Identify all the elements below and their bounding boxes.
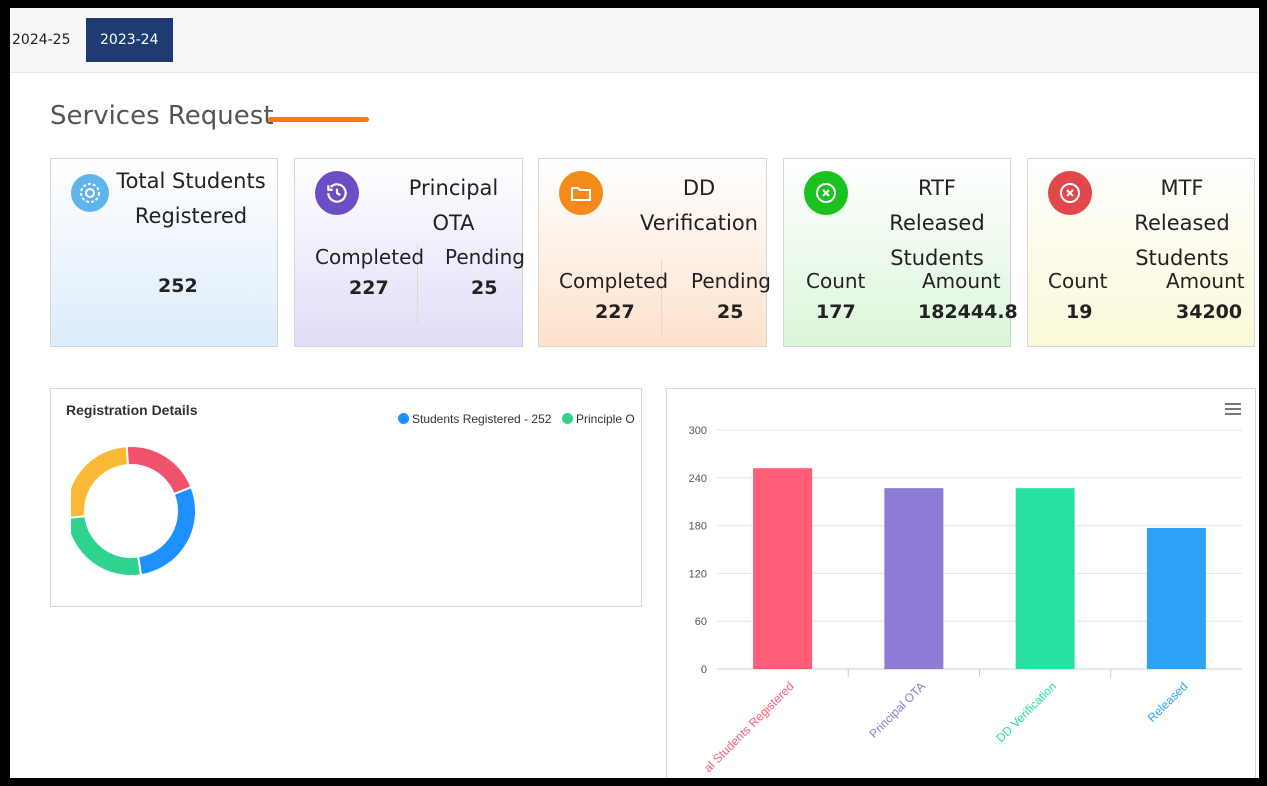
tab-2023-24[interactable]: 2023-24 [86,18,173,62]
app-frame: 2024-25 2023-24 Services Request Total S… [10,8,1259,778]
x-tick-label: al Students Registered [701,679,797,775]
card-title-line1: DD [682,176,716,200]
legend-label: Principle O [576,412,635,426]
section-title: Services Request [50,101,274,131]
pending-label: Pending [445,245,525,269]
completed-label: Completed [559,269,669,293]
donut-slice[interactable] [71,514,143,577]
bar[interactable] [753,468,813,669]
card-rtf-released[interactable]: RTF Released Students Count 177 Amount 1… [783,158,1018,347]
donut-slice[interactable] [125,445,193,496]
count-label: Count [806,269,866,293]
pending-value: 25 [471,277,498,299]
y-tick-label: 180 [689,521,707,533]
chart-title: Registration Details [66,402,198,418]
legend-item[interactable]: Principle O [562,412,637,426]
card-title: Principal OTA [408,176,499,235]
x-tick-label: DD Verification [993,679,1059,745]
folder-icon [559,171,603,215]
clock-refresh-icon [315,171,359,215]
card-mtf-released[interactable]: MTF Released Students Count 19 Amount 34… [1027,158,1255,347]
gear-icon [71,174,109,212]
amount-label: Amount [922,269,1001,293]
card-title-line1: RTF Released [889,176,985,235]
legend-dot [398,413,409,424]
count-value: 177 [816,301,856,323]
donut-slice[interactable] [71,445,130,519]
pending-value: 25 [717,301,744,323]
card-title-line2: Verification [640,211,758,235]
close-circle-icon [804,171,848,215]
card-principal-ota[interactable]: Principal OTA Completed 227 Pending 25 [294,158,525,347]
y-tick-label: 300 [689,425,707,437]
amount-value: 34200 [1176,301,1243,323]
card-title-line1: MTF Released [1134,176,1230,235]
card-dd-verification[interactable]: DD Verification Completed 227 Pending 25 [538,158,771,347]
y-tick-label: 60 [695,616,707,628]
tab-2024-25[interactable]: 2024-25 [10,18,85,62]
completed-label: Completed [315,245,425,269]
y-tick-label: 0 [701,664,707,676]
card-total-students[interactable]: Total Students Registered 252 [50,158,278,347]
completed-value: 227 [349,277,389,299]
bar[interactable] [884,488,944,669]
y-tick-label: 120 [689,568,707,580]
pending-label: Pending [691,269,771,293]
count-value: 19 [1066,301,1093,323]
count-label: Count [1048,269,1108,293]
registration-details-panel: Registration Details Students Registered… [50,388,642,607]
x-tick-label: Released [1145,679,1191,725]
legend-item[interactable]: Students Registered - 252 [398,412,551,426]
amount-value: 182444.8 [918,301,1018,323]
bar-chart: 0 60 120 180 240 300 al Students Registered Pri… [689,425,1242,775]
donut-slice[interactable] [136,485,197,577]
completed-value: 227 [595,301,635,323]
card-title-line1: Total Students [116,169,266,193]
amount-label: Amount [1166,269,1245,293]
legend-dot [562,413,573,424]
y-tick-label: 240 [689,473,707,485]
bar[interactable] [1146,527,1206,669]
bar[interactable] [1015,488,1075,669]
legend-label: Students Registered - 252 [412,412,552,426]
total-students-value: 252 [158,275,198,297]
x-tick-label: Principal OTA [866,679,928,741]
card-title-line2: Registered [134,204,248,228]
close-circle-icon [1048,171,1092,215]
title-underline [268,117,369,122]
donut-chart [71,445,197,577]
year-tab-bar: 2024-25 2023-24 [10,8,1259,73]
bar-chart-panel: 0 60 120 180 240 300 al Students Registered Pri… [666,388,1256,778]
